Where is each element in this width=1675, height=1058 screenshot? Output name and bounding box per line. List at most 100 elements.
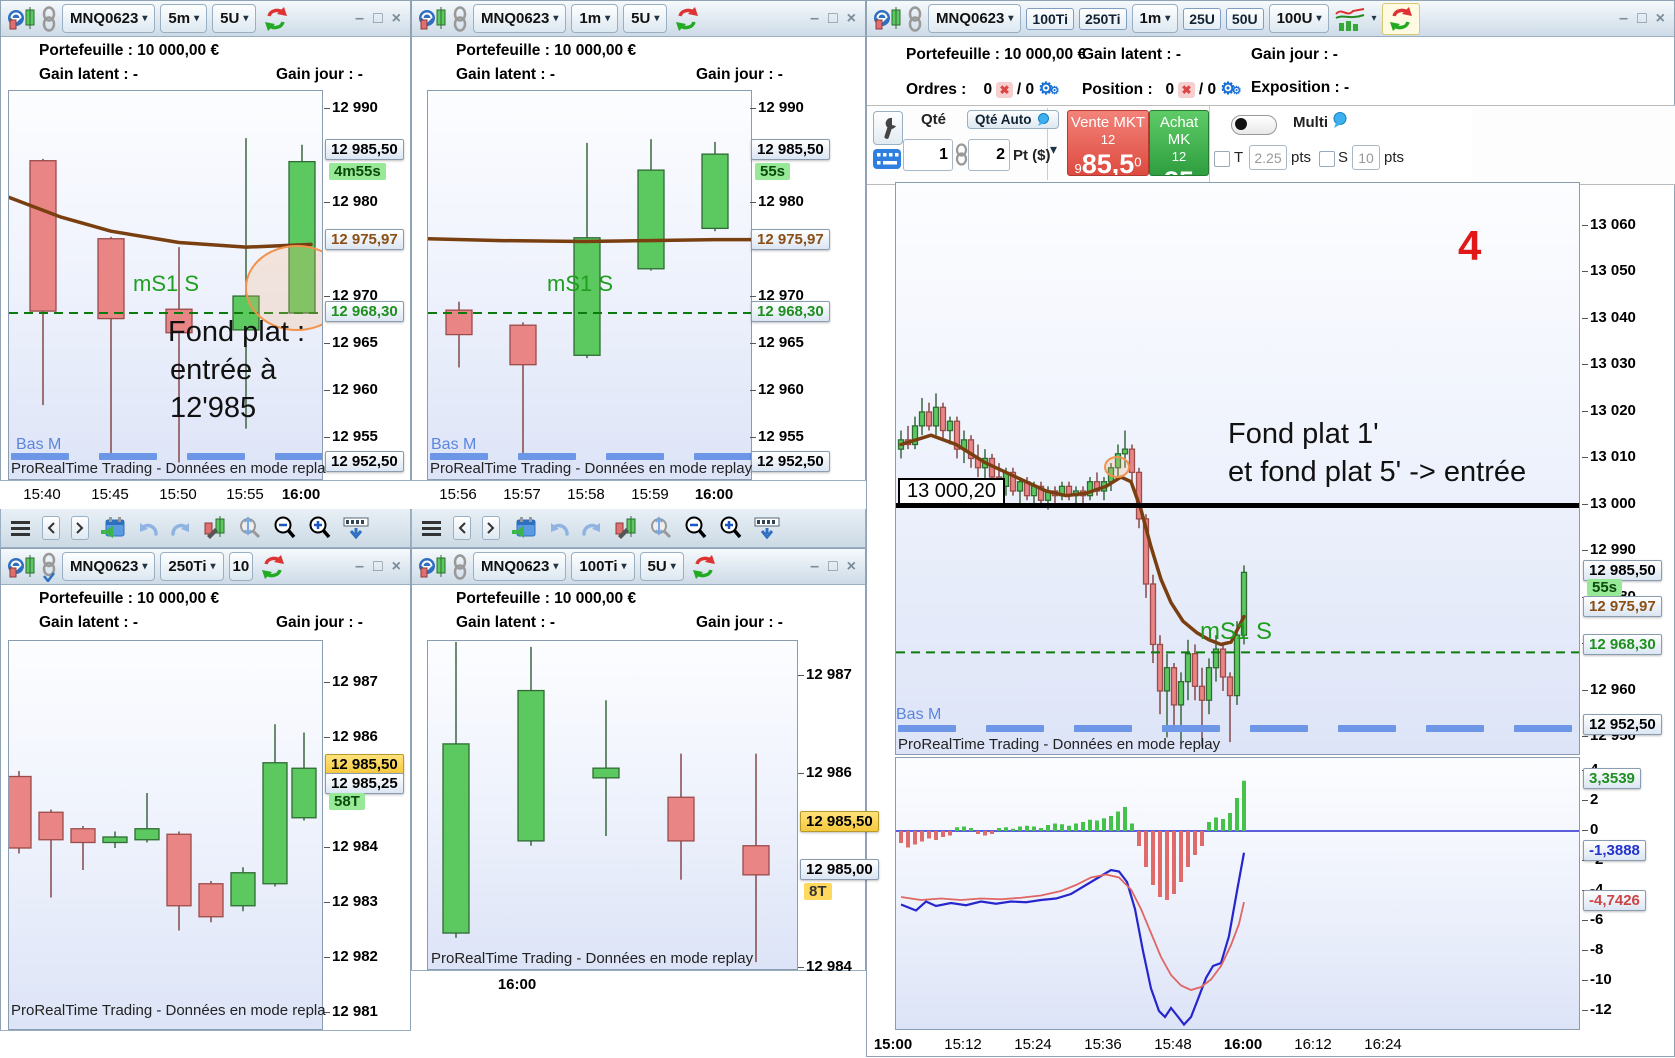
symbol-dropdown[interactable]: MNQ0623 ▾	[928, 4, 1022, 33]
orders-settings-icon[interactable]: ⚙⚙	[1038, 79, 1059, 98]
chart-sync-icon[interactable]	[872, 6, 902, 32]
target-checkbox[interactable]	[1214, 151, 1230, 167]
link-check-icon[interactable]	[41, 552, 57, 582]
qty-auto-button[interactable]: Qté Auto	[967, 110, 1059, 129]
qty2-input[interactable]	[968, 139, 1010, 171]
calendar-icon[interactable]	[511, 516, 537, 540]
sell-market-button[interactable]: Vente MKT 12 985,50	[1067, 110, 1149, 176]
bm-price-chart[interactable]	[427, 640, 798, 970]
calendar-icon[interactable]	[100, 516, 126, 540]
bl-price-chart[interactable]	[8, 640, 323, 1030]
redo-icon[interactable]	[170, 519, 192, 537]
refresh-icon[interactable]	[258, 553, 288, 581]
units-dropdown[interactable]: 5U ▾	[212, 4, 257, 33]
undo-icon[interactable]	[548, 519, 570, 537]
symbol-dropdown[interactable]: MNQ0623 ▾	[473, 4, 567, 33]
close-button[interactable]: ×	[392, 558, 401, 576]
symbol-dropdown[interactable]: MNQ0623 ▾	[62, 552, 156, 581]
link-icon[interactable]	[41, 5, 57, 33]
minimize-button[interactable]: –	[810, 10, 819, 28]
units-25u-button[interactable]: 25U	[1183, 7, 1221, 30]
timeframe-dropdown[interactable]: 100Ti ▾	[571, 552, 635, 581]
units-dropdown[interactable]: 5U ▾	[623, 4, 668, 33]
units-dropdown[interactable]: 5U ▾	[639, 552, 684, 581]
maximize-button[interactable]: □	[828, 558, 838, 576]
cancel-orders-icon[interactable]: ✖	[996, 82, 1013, 98]
stop-pts-input[interactable]	[1352, 145, 1380, 170]
price-tick: 13 050	[1582, 262, 1636, 279]
minimize-button[interactable]: –	[355, 558, 364, 576]
maximize-button[interactable]: □	[828, 10, 838, 28]
refresh-icon[interactable]	[689, 553, 719, 581]
keyboard-icon[interactable]	[873, 149, 901, 169]
qty-link-icon[interactable]	[955, 143, 968, 167]
tick-100ti-button[interactable]: 100Ti	[1026, 7, 1074, 30]
link-icon[interactable]	[452, 5, 468, 33]
multi-toggle[interactable]	[1231, 115, 1277, 135]
units-dropdown[interactable]: 100U ▾	[1268, 4, 1330, 33]
close-button[interactable]: ×	[1656, 10, 1665, 28]
symbol-dropdown[interactable]: MNQ0623 ▾	[62, 4, 156, 33]
tick-250ti-button[interactable]: 250Ti	[1078, 7, 1127, 30]
scroll-right-button[interactable]	[71, 516, 89, 540]
chart-settings-icon[interactable]	[614, 516, 638, 540]
time-tick: 16:24	[1364, 1036, 1402, 1053]
zoom-in-icon[interactable]	[308, 516, 332, 540]
chat-bubble-icon[interactable]	[1331, 112, 1349, 128]
ind-indicator-chart[interactable]	[895, 757, 1580, 1030]
zoom-out-icon[interactable]	[273, 516, 297, 540]
price-tick: 12 965	[750, 334, 804, 351]
timeframe-dropdown[interactable]: 1m ▾	[1131, 4, 1179, 33]
buy-market-button[interactable]: Achat MK 12 985,	[1149, 110, 1209, 176]
scroll-left-button[interactable]	[453, 516, 471, 540]
minimize-button[interactable]: –	[810, 558, 819, 576]
link-icon[interactable]	[452, 553, 468, 581]
refresh-icon[interactable]	[261, 5, 291, 33]
dock-panel-icon[interactable]	[754, 517, 780, 539]
chart-sync-icon[interactable]	[417, 554, 447, 580]
close-button[interactable]: ×	[847, 10, 856, 28]
maximize-button[interactable]: □	[373, 558, 383, 576]
timeframe-dropdown[interactable]: 1m ▾	[571, 4, 619, 33]
refresh-icon[interactable]	[672, 5, 702, 33]
scroll-left-button[interactable]	[42, 516, 60, 540]
qty-input[interactable]	[903, 139, 953, 171]
timeframe-dropdown[interactable]: 250Ti ▾	[160, 552, 224, 581]
close-position-icon[interactable]: ✖	[1178, 82, 1195, 98]
symbol-dropdown[interactable]: MNQ0623 ▾	[473, 552, 567, 581]
stop-checkbox[interactable]	[1319, 151, 1335, 167]
price-tick: 12 990	[1582, 541, 1636, 558]
chart-type-caret[interactable]: ▾	[1371, 13, 1376, 24]
undo-icon[interactable]	[137, 519, 159, 537]
maximize-button[interactable]: □	[373, 10, 383, 28]
units-dropdown[interactable]: 10	[228, 552, 254, 581]
maximize-button[interactable]: □	[1637, 10, 1647, 28]
chart-sync-icon[interactable]	[6, 554, 36, 580]
chart-sync-icon[interactable]	[6, 6, 36, 32]
target-label: T	[1234, 149, 1244, 166]
position-settings-icon[interactable]: ⚙⚙	[1220, 79, 1241, 98]
zoom-fit-icon[interactable]	[649, 516, 673, 540]
chart-settings-icon[interactable]	[203, 516, 227, 540]
price-tick: 12 955	[750, 428, 804, 445]
zoom-out-icon[interactable]	[684, 516, 708, 540]
menu-icon[interactable]	[11, 520, 31, 537]
menu-icon[interactable]	[422, 520, 442, 537]
redo-icon[interactable]	[581, 519, 603, 537]
link-icon[interactable]	[907, 5, 923, 33]
order-mode-caret[interactable]: ▾	[1050, 141, 1057, 158]
dock-panel-icon[interactable]	[343, 517, 369, 539]
scroll-right-button[interactable]	[482, 516, 500, 540]
timeframe-dropdown[interactable]: 5m ▾	[160, 4, 208, 33]
minimize-button[interactable]: –	[355, 10, 364, 28]
refresh-icon[interactable]	[1381, 2, 1420, 35]
zoom-in-icon[interactable]	[719, 516, 743, 540]
minimize-button[interactable]: –	[1619, 10, 1628, 28]
units-50u-button[interactable]: 50U	[1225, 7, 1264, 30]
chart-sync-icon[interactable]	[417, 6, 447, 32]
close-button[interactable]: ×	[392, 10, 401, 28]
close-button[interactable]: ×	[847, 558, 856, 576]
target-pts-input[interactable]	[1249, 145, 1287, 170]
zoom-fit-icon[interactable]	[238, 516, 262, 540]
chart-type-icon[interactable]	[1334, 5, 1366, 32]
